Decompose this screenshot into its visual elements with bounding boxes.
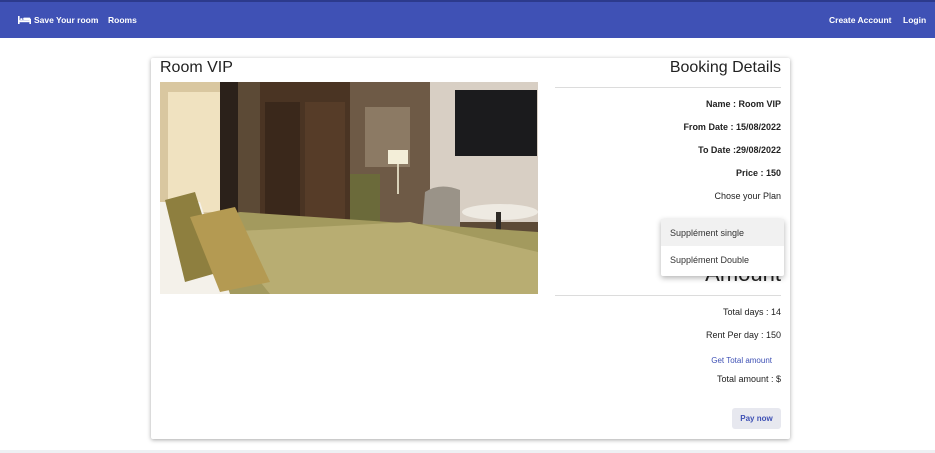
nav-rooms-link[interactable]: Rooms [108, 15, 137, 25]
booking-details-title: Booking Details [669, 59, 781, 76]
plan-label: Chose your Plan [714, 191, 781, 201]
bed-icon [18, 16, 31, 24]
nav-create-account-link[interactable]: Create Account [829, 15, 892, 25]
plan-dropdown-menu: Supplément single Supplément Double [661, 219, 784, 276]
nav-login-link[interactable]: Login [903, 15, 926, 25]
price-text: Price : 150 [735, 168, 781, 178]
hotel-room-image [160, 82, 538, 294]
brand-link[interactable]: Save Your room [18, 15, 98, 25]
get-total-amount-link[interactable]: Get Total amount [711, 356, 772, 365]
total-days-text: Total days : 14 [722, 307, 781, 317]
from-date-text: From Date : 15/08/2022 [683, 122, 781, 132]
divider [555, 295, 781, 296]
room-photo [160, 82, 538, 294]
room-name-text: Name : Room VIP [705, 99, 781, 109]
brand-label: Save Your room [34, 15, 99, 25]
pay-now-button[interactable]: Pay now [732, 408, 781, 429]
top-navbar: Save Your room Rooms Create Account Logi… [0, 0, 935, 38]
total-amount-text: Total amount : $ [716, 374, 781, 384]
divider [555, 87, 781, 88]
plan-option-double[interactable]: Supplément Double [661, 246, 784, 273]
room-title: Room VIP [160, 59, 233, 76]
rent-per-day-text: Rent Per day : 150 [705, 330, 781, 340]
plan-option-single[interactable]: Supplément single [661, 219, 784, 246]
to-date-text: To Date :29/08/2022 [698, 145, 781, 155]
